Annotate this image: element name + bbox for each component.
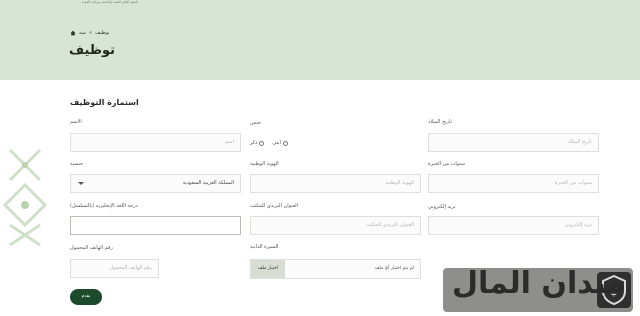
breadcrumb-current: توظيف	[94, 30, 110, 36]
nationality-label: جنسية	[70, 161, 84, 167]
birth-date-label: تاريخ الميلاد	[428, 119, 453, 125]
decorative-pattern-icon	[2, 148, 48, 247]
national-id-field[interactable]: الهوية الوطنية	[250, 174, 421, 193]
email-label: بريد إلكتروني	[428, 204, 456, 210]
nationality-select[interactable]: المملكة العربية السعودية	[70, 174, 241, 193]
breadcrumb-home[interactable]: سه	[79, 30, 86, 36]
name-field[interactable]: اسم	[70, 133, 241, 152]
file-status-text: لم يتم اختيار أيّ ملف	[374, 266, 414, 271]
mobile-label: رقم الهاتف المحمول	[70, 245, 113, 251]
chevron-down-icon	[78, 182, 84, 185]
gender-male-label: ذكر	[250, 140, 258, 146]
submit-button[interactable]: يقدم	[70, 289, 102, 305]
page-header: المعهد العالي للتقنية والكشف ومراقبة الج…	[0, 0, 640, 80]
experience-field[interactable]: سنوات من الخبرة	[428, 174, 599, 193]
gender-label: جنس	[250, 120, 261, 126]
birth-date-field[interactable]: تاريخ الميلاد	[428, 133, 599, 152]
english-level-field[interactable]	[70, 216, 241, 235]
english-level-label: درجة اللغة الإنجليزية (بالتسلسل)	[70, 203, 138, 209]
form-title: استمارة التوظيف	[70, 98, 139, 107]
nationality-selected-value: المملكة العربية السعودية	[182, 180, 234, 186]
breadcrumb-separator: »	[88, 30, 92, 36]
national-id-label: الهوية الوطنية	[250, 161, 279, 167]
cv-file-input[interactable]: اختيار ملف لم يتم اختيار أيّ ملف	[250, 259, 421, 279]
gender-male-option[interactable]: ذكر	[250, 140, 265, 146]
gender-radio-group: أنثى ذكر	[250, 140, 288, 146]
gender-female-label: أنثى	[272, 140, 281, 146]
office-address-label: العنوان البريدي للمكتب	[250, 203, 299, 209]
office-address-field[interactable]: العنوان البريدي للمكتب	[250, 216, 421, 235]
page-title: توظيف	[69, 43, 116, 58]
gender-female-option[interactable]: أنثى	[272, 140, 288, 146]
home-icon[interactable]	[70, 30, 76, 36]
email-field[interactable]: بريد إلكتروني	[428, 216, 599, 235]
name-label: الاسم	[70, 119, 82, 125]
radio-button[interactable]	[259, 140, 265, 146]
radio-button[interactable]	[282, 140, 288, 146]
site-logo-text[interactable]: المعهد العالي للتقنية والكشف ومراقبة الج…	[68, 0, 138, 4]
watermark-text: ميدان المال	[452, 266, 626, 301]
mobile-field[interactable]: رقم الهاتف المحمول	[70, 259, 159, 278]
experience-label: سنوات من الخبرة	[428, 161, 466, 167]
choose-file-button[interactable]: اختيار ملف	[251, 260, 285, 278]
cv-label: السيرة الذاتية	[250, 244, 279, 250]
breadcrumb: توظيف » سه	[70, 30, 110, 36]
